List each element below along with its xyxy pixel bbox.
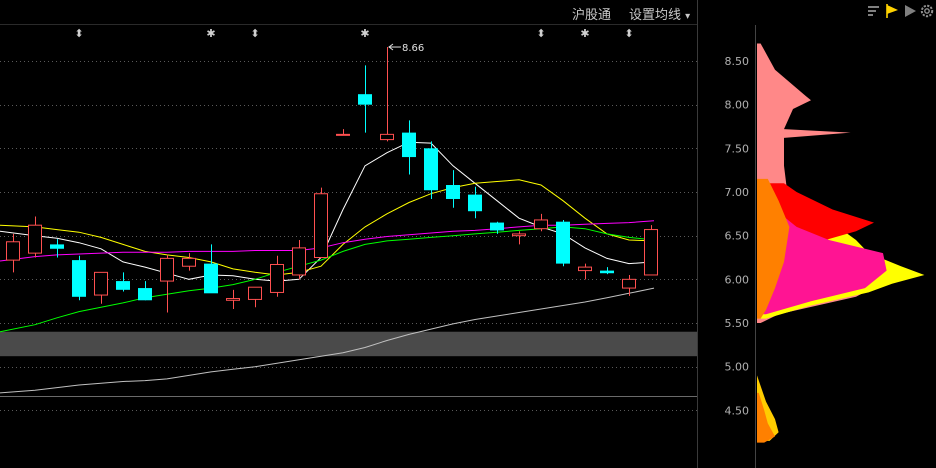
y-tick-label: 8.50: [725, 55, 750, 68]
candle-body: [314, 193, 328, 259]
ma-settings-label: 设置均线: [629, 8, 682, 23]
price-band: [0, 331, 697, 357]
candle-body: [468, 194, 482, 212]
candle-body: [28, 224, 42, 254]
stock-chart: ⬍ ✱ ⬍ ✱ ⬍ ✱ ⬍ 8.66 8.50 8.00 7.50 7.00 6.50 6.00 5.5…: [0, 0, 925, 468]
event-marker-icon: ✱: [206, 27, 215, 40]
candle-body: [292, 247, 306, 276]
candle-body: [116, 281, 130, 290]
y-tick-label: 5.50: [725, 317, 750, 330]
hgt-button[interactable]: 沪股通: [572, 4, 611, 23]
candle-body: [182, 257, 196, 267]
play-icon[interactable]: [902, 3, 918, 19]
candle-body: [6, 241, 20, 261]
hgt-label: 沪股通: [572, 8, 612, 23]
chevron-down-icon: ▾: [685, 11, 691, 22]
y-tick-label: 6.50: [725, 230, 750, 243]
candle-body: [556, 221, 570, 264]
event-marker-icon: ✱: [360, 27, 369, 40]
event-marker-icon: ✱: [580, 27, 589, 40]
event-marker-icon: ⬍: [74, 27, 83, 40]
candle-body: [358, 94, 372, 105]
candle-body: [600, 270, 614, 274]
candle-body: [336, 133, 350, 136]
y-tick-label: 6.00: [725, 273, 750, 286]
y-tick-label: 8.00: [725, 99, 750, 112]
candle-body: [50, 244, 64, 249]
event-marker-icon: ⬍: [536, 27, 545, 40]
candle-body: [622, 278, 636, 289]
annotation-label: 8.66: [402, 43, 424, 54]
candle-body: [424, 148, 438, 191]
candle-body: [160, 257, 174, 282]
candle-body: [138, 288, 152, 301]
y-tick-label: 7.50: [725, 142, 750, 155]
y-tick-label: 5.00: [725, 361, 750, 374]
candle-body: [226, 298, 240, 301]
event-marker-icon: ⬍: [624, 27, 633, 40]
flag-icon[interactable]: [884, 3, 900, 19]
candle-body: [490, 222, 504, 231]
event-marker-icon: ⬍: [250, 27, 259, 40]
gear-icon[interactable]: [919, 3, 935, 19]
candle-body: [204, 263, 218, 294]
main-panel: [0, 0, 697, 468]
candle-body: [644, 229, 658, 276]
y-tick-label: 7.00: [725, 186, 750, 199]
y-tick-label: 4.50: [725, 404, 750, 417]
candle-body: [248, 286, 262, 300]
candle-body: [270, 263, 284, 293]
candle-body: [380, 133, 394, 141]
list-settings-icon[interactable]: [866, 3, 882, 19]
candle-body: [72, 260, 86, 297]
candle-body: [94, 271, 108, 296]
candle-body: [578, 266, 592, 272]
candle-body: [446, 185, 460, 199]
candle-body: [534, 219, 548, 230]
ma-settings-dropdown[interactable]: 设置均线 ▾: [629, 4, 690, 23]
candle-body: [512, 233, 526, 237]
candle-body: [402, 132, 416, 158]
